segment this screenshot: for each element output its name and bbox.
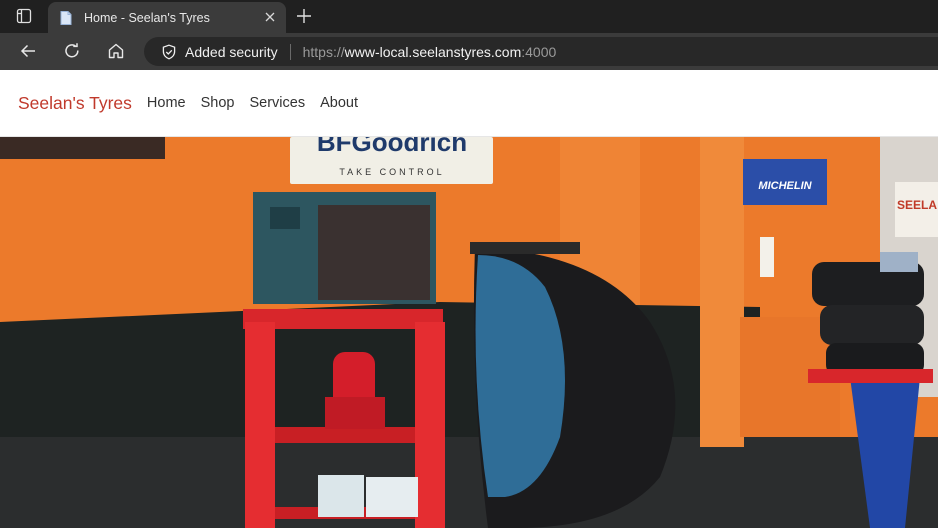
tab-strip: Home - Seelan's Tyres bbox=[0, 0, 938, 33]
shield-icon bbox=[162, 44, 176, 59]
back-button[interactable] bbox=[14, 38, 42, 64]
page-favicon-icon bbox=[60, 10, 72, 25]
site-navbar: Seelan's Tyres Home Shop Services About bbox=[0, 70, 938, 137]
close-icon bbox=[265, 12, 275, 22]
home-button[interactable] bbox=[102, 38, 130, 64]
tyre-shop-photo: BFGoodrich TAKE CONTROL MICHELIN SEELA bbox=[0, 137, 938, 528]
tab-close-button[interactable] bbox=[262, 9, 278, 25]
refresh-button[interactable] bbox=[58, 38, 86, 64]
tab-actions-icon bbox=[16, 8, 32, 24]
home-icon bbox=[108, 43, 124, 59]
site-brand-link[interactable]: Seelan's Tyres bbox=[18, 93, 132, 114]
bfgoodrich-tagline-text: TAKE CONTROL bbox=[339, 167, 444, 177]
michelin-sign-text: MICHELIN bbox=[758, 180, 812, 192]
url-text[interactable]: https://www-local.seelanstyres.com:4000 bbox=[303, 44, 557, 60]
hero-image: BFGoodrich TAKE CONTROL MICHELIN SEELA bbox=[0, 137, 938, 528]
shop-sign-text: SEELA bbox=[897, 198, 937, 212]
url-port: :4000 bbox=[521, 43, 557, 60]
web-page: Seelan's Tyres Home Shop Services About … bbox=[0, 70, 938, 528]
new-tab-button[interactable] bbox=[292, 5, 316, 27]
nav-link-about[interactable]: About bbox=[320, 95, 358, 111]
nav-link-home[interactable]: Home bbox=[147, 95, 186, 111]
plus-icon bbox=[297, 9, 311, 23]
url-host: www-local.seelanstyres.com bbox=[344, 43, 522, 60]
bfgoodrich-sign-text: BFGoodrich bbox=[317, 137, 467, 157]
security-indicator-label[interactable]: Added security bbox=[185, 44, 278, 60]
browser-tab-active[interactable]: Home - Seelan's Tyres bbox=[48, 2, 286, 33]
nav-link-shop[interactable]: Shop bbox=[201, 95, 235, 111]
url-scheme: https:// bbox=[302, 43, 345, 60]
tab-actions-button[interactable] bbox=[10, 5, 38, 27]
address-separator bbox=[289, 43, 291, 60]
tab-title: Home - Seelan's Tyres bbox=[84, 10, 210, 25]
nav-link-services[interactable]: Services bbox=[249, 95, 305, 111]
refresh-icon bbox=[65, 43, 79, 58]
browser-toolbar: Added security https://www-local.seelans… bbox=[0, 33, 938, 70]
back-arrow-icon bbox=[20, 44, 35, 58]
address-bar[interactable]: Added security https://www-local.seelans… bbox=[144, 37, 938, 66]
